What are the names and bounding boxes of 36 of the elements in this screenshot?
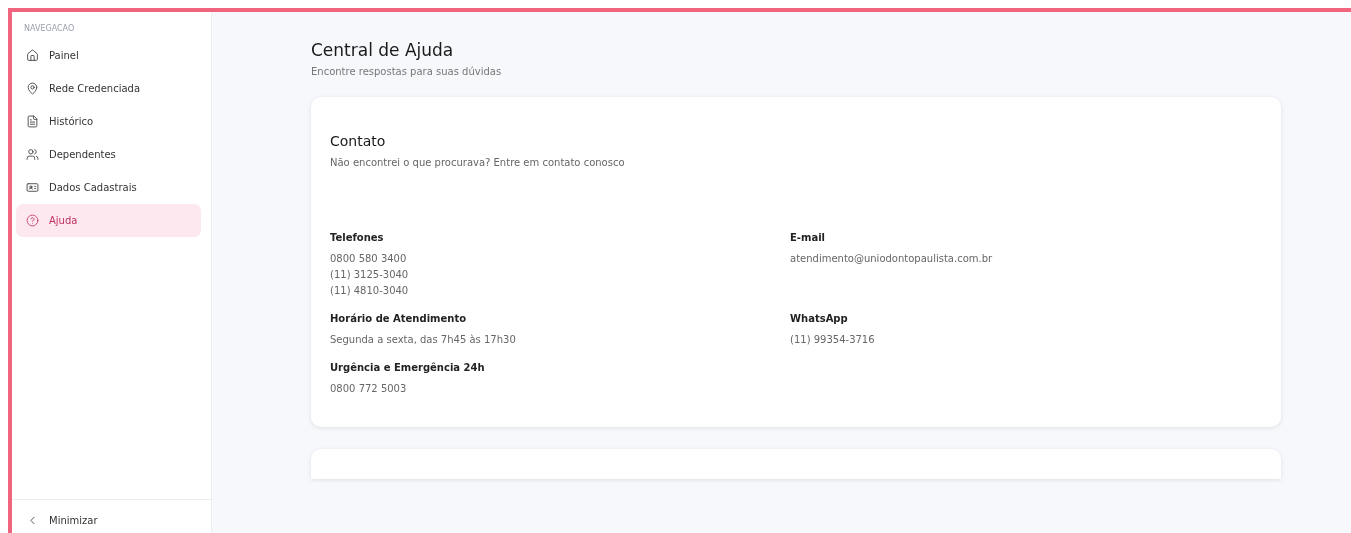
nav-item[interactable]: Rede Credenciada: [16, 72, 201, 105]
nav-item[interactable]: Dependentes: [16, 138, 201, 171]
minimize-button[interactable]: Minimizar: [26, 514, 98, 527]
nav-item[interactable]: Painel: [16, 39, 201, 72]
id-card-icon: [26, 181, 39, 194]
home-icon: [26, 49, 39, 62]
page-title: Central de Ajuda: [311, 40, 455, 60]
card-title: Contato: [330, 133, 387, 149]
map-pin-icon: [26, 82, 39, 95]
contact-label: Urgência e Emergência 24h: [330, 362, 486, 373]
section-label: NAVEGACAO: [23, 23, 76, 35]
nav-item[interactable]: Ajuda: [16, 204, 201, 237]
contact-value: (11) 3125-3040: [330, 268, 410, 282]
contact-value: (11) 4810-3040: [330, 284, 410, 298]
nav-item[interactable]: Histórico: [16, 105, 201, 138]
page-subtitle: Encontre respostas para suas dúvidas: [311, 66, 503, 77]
contact-label: E-mail: [790, 232, 826, 243]
contact-label: Horário de Atendimento: [330, 313, 468, 324]
nav-label: Ajuda: [49, 215, 78, 226]
nav-item[interactable]: Dados Cadastrais: [16, 171, 201, 204]
help-icon: [26, 214, 39, 227]
contact-label: Telefones: [330, 232, 385, 243]
contact-value: (11) 99354-3716: [790, 333, 876, 347]
contact-value: 0800 580 3400: [330, 252, 408, 266]
nav-label: Dados Cadastrais: [49, 182, 137, 193]
contact-value: 0800 772 5003: [330, 382, 408, 396]
nav-label: Rede Credenciada: [49, 83, 141, 94]
contact-label: WhatsApp: [790, 313, 849, 324]
contact-value: Segunda a sexta, das 7h45 às 17h30: [330, 333, 517, 347]
document-icon: [26, 115, 39, 128]
users-icon: [26, 148, 39, 161]
card-subtitle: Não encontrei o que procurava? Entre em contato conosco: [330, 157, 626, 168]
nav-label: Dependentes: [49, 149, 116, 160]
nav-label: Painel: [49, 50, 79, 61]
contact-value: atendimento@uniodontopaulista.com.br: [790, 252, 994, 266]
nav-label: Histórico: [49, 116, 94, 127]
